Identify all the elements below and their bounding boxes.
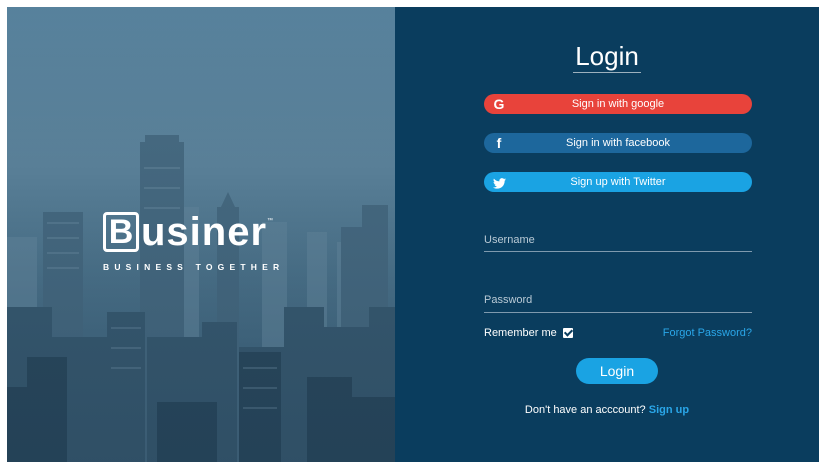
login-panel: Login G Sign in with google f Sign in wi… <box>395 7 819 462</box>
trademark-mark: ™ <box>267 218 274 224</box>
login-page: B usiner ™ BUSINESS TOGETHER Login G Sig… <box>7 7 819 462</box>
google-icon: G <box>493 96 505 112</box>
login-title: Login <box>573 41 641 73</box>
city-hero-image: B usiner ™ BUSINESS TOGETHER <box>7 7 395 462</box>
remember-me-checkbox[interactable] <box>562 328 573 338</box>
signup-link[interactable]: Sign up <box>649 404 689 416</box>
twitter-signup-button[interactable]: Sign up with Twitter <box>484 172 752 192</box>
facebook-signin-label: Sign in with facebook <box>566 137 670 149</box>
logo-initial: B <box>103 212 139 252</box>
username-input[interactable] <box>484 231 752 249</box>
remember-me-row: Remember me <box>484 327 573 339</box>
password-input[interactable] <box>484 291 752 309</box>
logo-wordmark: usiner <box>141 210 268 254</box>
google-signin-button[interactable]: G Sign in with google <box>484 94 752 114</box>
facebook-signin-button[interactable]: f Sign in with facebook <box>484 133 752 153</box>
forgot-password-link[interactable]: Forgot Password? <box>663 327 752 339</box>
no-account-text: Don't have an acccount? <box>524 404 646 416</box>
google-signin-label: Sign in with google <box>571 98 665 110</box>
login-submit-button[interactable]: Login <box>576 358 658 384</box>
remember-me-label: Remember me <box>484 327 557 339</box>
brand-logo: B usiner ™ <box>103 212 273 252</box>
twitter-signup-label: Sign up with Twitter <box>570 176 666 188</box>
password-underline <box>484 312 752 313</box>
brand-tagline: BUSINESS TOGETHER <box>103 262 285 272</box>
twitter-icon <box>488 174 510 190</box>
signup-prompt: Don't have an acccount? Sign up <box>395 404 819 416</box>
facebook-icon: f <box>496 135 502 151</box>
username-underline <box>484 251 752 252</box>
